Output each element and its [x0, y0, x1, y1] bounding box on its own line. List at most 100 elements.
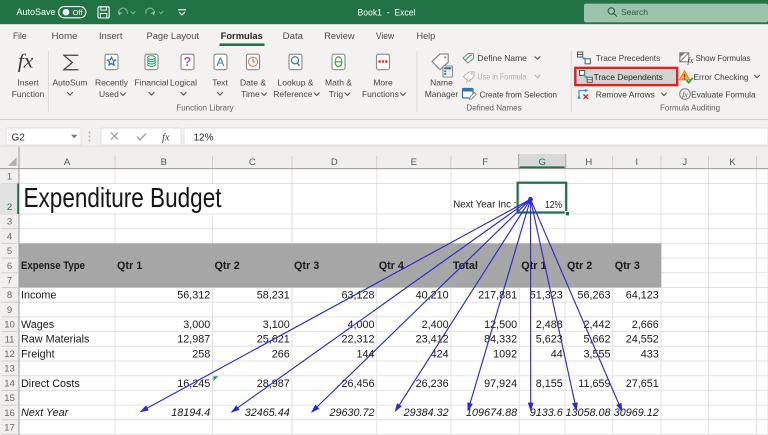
svg-text:E: E	[411, 157, 417, 168]
svg-text:4: 4	[7, 231, 12, 242]
svg-text:9133.6: 9133.6	[530, 407, 563, 419]
svg-text:Home: Home	[52, 31, 78, 42]
svg-text:Remove Arrows: Remove Arrows	[596, 89, 655, 99]
svg-text:Use in Formula: Use in Formula	[477, 72, 526, 82]
svg-text:Expenditure Budget: Expenditure Budget	[24, 182, 222, 213]
svg-text:Search: Search	[621, 7, 648, 17]
svg-text:109674.88: 109674.88	[466, 407, 517, 419]
svg-text:Next Year Inc :: Next Year Inc :	[453, 200, 516, 211]
svg-text:Logical: Logical	[170, 78, 197, 88]
svg-text:Function Library: Function Library	[176, 104, 233, 113]
svg-text:56,263: 56,263	[577, 290, 610, 302]
svg-text:32465.44: 32465.44	[245, 407, 290, 419]
svg-text:?: ?	[184, 55, 192, 69]
svg-text:Define Name: Define Name	[477, 53, 527, 63]
svg-text:More: More	[373, 78, 393, 88]
svg-text:217,881: 217,881	[478, 290, 517, 302]
svg-text:22,312: 22,312	[341, 334, 374, 346]
svg-text:fx: fx	[682, 90, 688, 99]
svg-text:13058.08: 13058.08	[565, 407, 610, 419]
svg-text:Text: Text	[212, 78, 228, 88]
svg-text:44: 44	[551, 348, 563, 360]
svg-text:F: F	[482, 157, 488, 168]
svg-text:Insert: Insert	[17, 78, 39, 88]
svg-text:Wages: Wages	[21, 319, 55, 331]
svg-text:11,659: 11,659	[578, 378, 610, 390]
svg-text:A: A	[217, 57, 225, 69]
svg-text:7: 7	[7, 276, 12, 287]
svg-text:J: J	[682, 157, 687, 168]
svg-text:Create from Selection: Create from Selection	[480, 89, 558, 99]
svg-text:Trace Precedents: Trace Precedents	[596, 53, 660, 63]
svg-text:A: A	[64, 157, 71, 168]
svg-text:Qtr 1: Qtr 1	[117, 260, 142, 272]
svg-text:Date &: Date &	[240, 78, 266, 88]
svg-text:Qtr 1: Qtr 1	[521, 260, 546, 272]
svg-text:433: 433	[641, 348, 659, 360]
svg-text:13: 13	[4, 364, 15, 375]
svg-text:Reference: Reference	[273, 89, 312, 99]
svg-text:Qtr 2: Qtr 2	[215, 260, 240, 272]
svg-text:Formula Auditing: Formula Auditing	[660, 104, 720, 113]
svg-text:Income: Income	[21, 290, 56, 302]
svg-text:Expense Type: Expense Type	[21, 260, 85, 272]
svg-text:fx: fx	[18, 50, 34, 72]
svg-text:3: 3	[7, 217, 12, 228]
svg-text:Evaluate Formula: Evaluate Formula	[691, 89, 756, 99]
svg-text:5,662: 5,662	[583, 334, 610, 346]
svg-text:15: 15	[4, 393, 15, 404]
svg-text:2,666: 2,666	[632, 319, 659, 331]
svg-text:Manager: Manager	[425, 89, 459, 99]
svg-text:G2: G2	[12, 132, 26, 143]
svg-text:I: I	[636, 157, 639, 168]
svg-text:24,552: 24,552	[626, 334, 659, 346]
svg-text:2: 2	[7, 202, 12, 213]
svg-text:8,155: 8,155	[536, 378, 563, 390]
svg-text:11: 11	[5, 334, 15, 345]
svg-text:14: 14	[4, 378, 15, 389]
svg-text:AutoSave: AutoSave	[16, 7, 55, 17]
svg-text:17: 17	[4, 423, 15, 434]
svg-text:Trace Dependents: Trace Dependents	[594, 72, 663, 82]
svg-text:AutoSum: AutoSum	[53, 78, 88, 88]
svg-text:2,400: 2,400	[422, 319, 449, 331]
svg-text:12,987: 12,987	[177, 334, 210, 346]
svg-text:Page Layout: Page Layout	[147, 31, 200, 42]
svg-text:8: 8	[7, 290, 12, 301]
svg-text:12: 12	[4, 349, 15, 360]
svg-text:5,623: 5,623	[536, 334, 563, 346]
svg-text:4,000: 4,000	[347, 319, 374, 331]
svg-text:18194.4: 18194.4	[171, 407, 210, 419]
svg-text:H: H	[585, 157, 592, 168]
svg-text:Qtr 3: Qtr 3	[615, 260, 640, 272]
svg-text:Help: Help	[417, 31, 436, 42]
svg-text:Off: Off	[73, 8, 84, 17]
svg-text:Insert: Insert	[99, 31, 123, 42]
svg-text:fx: fx	[466, 76, 472, 84]
svg-text:Functions: Functions	[362, 89, 399, 99]
svg-text:View: View	[376, 31, 394, 42]
svg-text:Lookup &: Lookup &	[278, 78, 314, 88]
svg-text:Error Checking: Error Checking	[694, 72, 749, 82]
svg-text:27,651: 27,651	[626, 378, 659, 390]
svg-text:Direct Costs: Direct Costs	[21, 378, 80, 390]
svg-text:Freight: Freight	[21, 348, 55, 360]
svg-text:Function: Function	[12, 89, 45, 99]
svg-text:2,442: 2,442	[583, 319, 610, 331]
svg-text:Recently: Recently	[95, 78, 129, 88]
svg-text:64,123: 64,123	[626, 290, 659, 302]
svg-text:C: C	[249, 157, 256, 168]
svg-text:Data: Data	[283, 31, 304, 42]
svg-text:12,500: 12,500	[484, 319, 517, 331]
svg-text:Next Year: Next Year	[21, 407, 69, 419]
svg-text:File: File	[13, 31, 27, 42]
svg-text:12%: 12%	[194, 132, 214, 143]
svg-text:K: K	[729, 157, 736, 168]
svg-text:97,924: 97,924	[484, 378, 517, 390]
svg-text:16,245: 16,245	[177, 378, 210, 390]
svg-text:G: G	[538, 157, 545, 168]
svg-text:266: 266	[272, 348, 290, 360]
svg-text:Formulas: Formulas	[221, 31, 263, 42]
svg-text:51,323: 51,323	[530, 290, 563, 302]
svg-text:6: 6	[7, 261, 12, 272]
